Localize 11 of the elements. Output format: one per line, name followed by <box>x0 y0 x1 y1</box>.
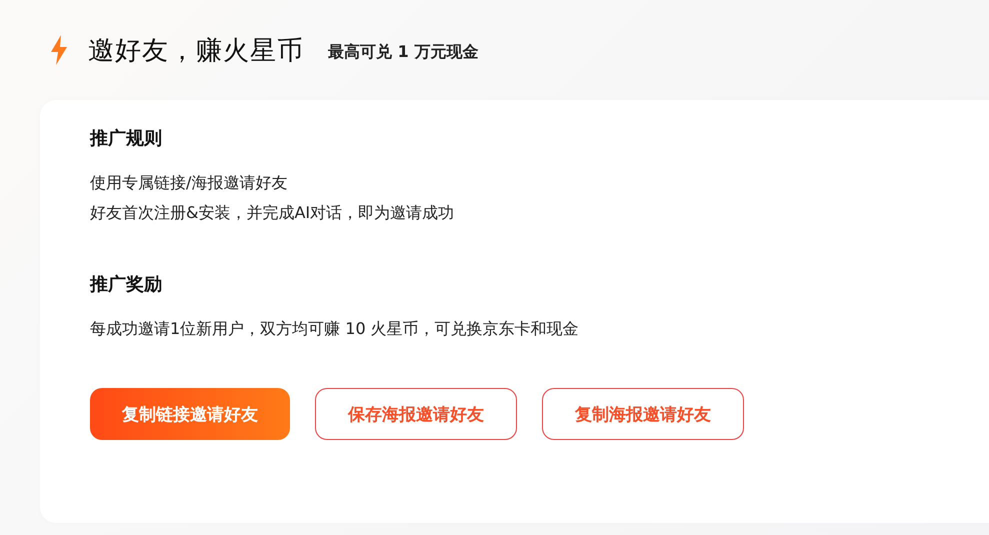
rule-text: 每成功邀请1位新用户，双方均可赚 10 火星币，可兑换京东卡和现金 <box>90 318 580 340</box>
page-title: 邀好友，赚火星币 <box>88 34 304 68</box>
reward-subtitle: 最高可兑 1 万元现金 <box>328 40 478 62</box>
invite-button[interactable]: 保存海报邀请好友 <box>315 388 517 440</box>
section-heading: 推广规则 <box>90 127 163 150</box>
rule-text: 好友首次注册&安装，并完成AI对话，即为邀请成功 <box>90 202 456 224</box>
invite-button[interactable]: 复制海报邀请好友 <box>542 388 744 440</box>
section-heading: 推广奖励 <box>90 273 163 296</box>
rule-text: 使用专属链接/海报邀请好友 <box>90 172 288 194</box>
invite-button[interactable]: 复制链接邀请好友 <box>90 388 290 440</box>
lightning-icon <box>50 35 68 65</box>
